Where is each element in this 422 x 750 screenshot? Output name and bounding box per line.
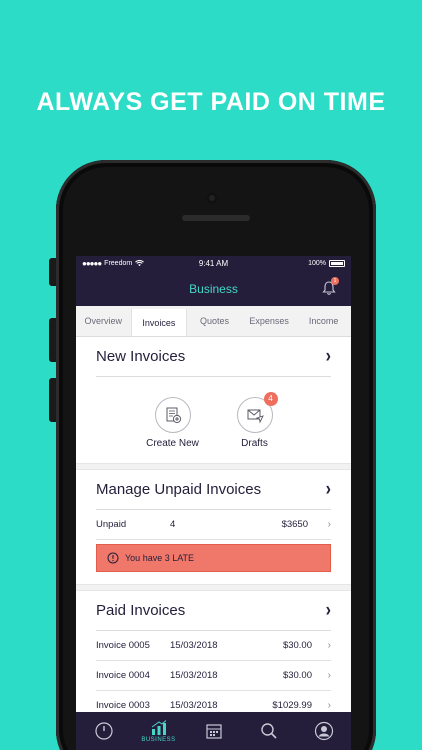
user-icon [314, 721, 333, 741]
invoice-amount: $30.00 [282, 670, 312, 681]
chevron-right-icon: › [325, 599, 331, 621]
new-invoices-title: New Invoices [96, 348, 186, 365]
create-new-button[interactable]: Create New [143, 397, 203, 449]
paid-title: Paid Invoices [96, 602, 186, 619]
chevron-right-icon: › [327, 700, 331, 711]
tab-income[interactable]: Income [296, 306, 351, 336]
bottom-nav-business[interactable]: BUSINESS [139, 719, 179, 743]
headline: ALWAYS GET PAID ON TIME [36, 88, 386, 116]
nav-bar: Business 1 [76, 271, 351, 306]
create-invoice-circle [154, 397, 191, 433]
invoice-name: Invoice 0005 [96, 640, 150, 651]
drafts-circle: 4 [236, 392, 278, 433]
bar-chart-icon [151, 719, 166, 735]
create-new-label: Create New [146, 438, 199, 449]
invoice-date: 15/03/2018 [170, 700, 218, 711]
app-screen: ●●●●● Freedom 9:41 AM 100% Business 1 Ov… [76, 256, 351, 750]
drafts-count-badge: 4 [263, 392, 278, 406]
unpaid-summary-row[interactable]: Unpaid 4 $3650 › [96, 510, 331, 540]
unpaid-amount: $3650 [281, 519, 308, 530]
bottom-nav-business-label: BUSINESS [141, 736, 176, 743]
chevron-right-icon: › [327, 670, 331, 681]
invoice-name: Invoice 0003 [96, 700, 150, 711]
search-icon [260, 723, 277, 739]
table-row[interactable]: Invoice 0005 15/03/2018 $30.00 › [96, 631, 331, 661]
late-message: You have 3 LATE [125, 553, 195, 563]
invoice-name: Invoice 0004 [96, 670, 150, 681]
bottom-nav-search[interactable] [249, 722, 289, 740]
unpaid-count: 4 [170, 519, 176, 530]
tab-bar: Overview Invoices Quotes Expenses Income [76, 306, 351, 337]
add-document-icon [166, 407, 181, 424]
phone-speaker [182, 215, 250, 221]
speedometer-icon [94, 722, 113, 740]
new-invoice-actions: Create New 4 Drafts [76, 377, 351, 463]
unpaid-title: Manage Unpaid Invoices [96, 481, 262, 498]
chevron-right-icon: › [325, 478, 331, 500]
phone-camera [206, 192, 218, 204]
invoice-amount: $30.00 [282, 640, 312, 651]
status-bar: ●●●●● Freedom 9:41 AM 100% [76, 256, 351, 271]
table-row[interactable]: Invoice 0004 15/03/2018 $30.00 › [96, 661, 331, 691]
drafts-label: Drafts [241, 438, 268, 449]
invoices-content: New Invoices › Create New 4 Drafts Manag… [76, 337, 351, 721]
tab-expenses[interactable]: Expenses [242, 306, 297, 336]
unpaid-header[interactable]: Manage Unpaid Invoices › [96, 470, 331, 510]
notification-badge: 1 [331, 277, 339, 285]
bottom-nav-dashboard[interactable] [84, 721, 124, 741]
invoice-date: 15/03/2018 [170, 640, 218, 651]
tab-overview[interactable]: Overview [76, 306, 131, 336]
envelope-send-icon [247, 409, 264, 424]
new-invoices-header[interactable]: New Invoices › [96, 337, 331, 377]
paid-header[interactable]: Paid Invoices › [96, 591, 331, 631]
tab-quotes[interactable]: Quotes [187, 306, 242, 336]
chevron-right-icon: › [327, 519, 331, 530]
unpaid-label: Unpaid [96, 519, 127, 530]
chevron-right-icon: › [325, 345, 331, 367]
bottom-nav-profile[interactable] [304, 721, 344, 741]
late-alert[interactable]: You have 3 LATE [96, 544, 331, 572]
invoice-amount: $1029.99 [272, 700, 312, 711]
section-divider [76, 463, 351, 470]
invoice-date: 15/03/2018 [170, 670, 218, 681]
alert-circle-icon [107, 552, 119, 564]
nav-title: Business [189, 281, 238, 296]
calendar-icon [205, 724, 222, 739]
drafts-button[interactable]: 4 Drafts [225, 392, 285, 449]
bottom-nav: BUSINESS [76, 712, 351, 750]
chevron-right-icon: › [327, 640, 331, 651]
section-divider [76, 584, 351, 591]
tab-invoices[interactable]: Invoices [130, 309, 188, 336]
battery-icon [329, 260, 345, 267]
status-time: 9:41 AM [198, 259, 229, 268]
bottom-nav-calendar[interactable] [194, 722, 234, 740]
